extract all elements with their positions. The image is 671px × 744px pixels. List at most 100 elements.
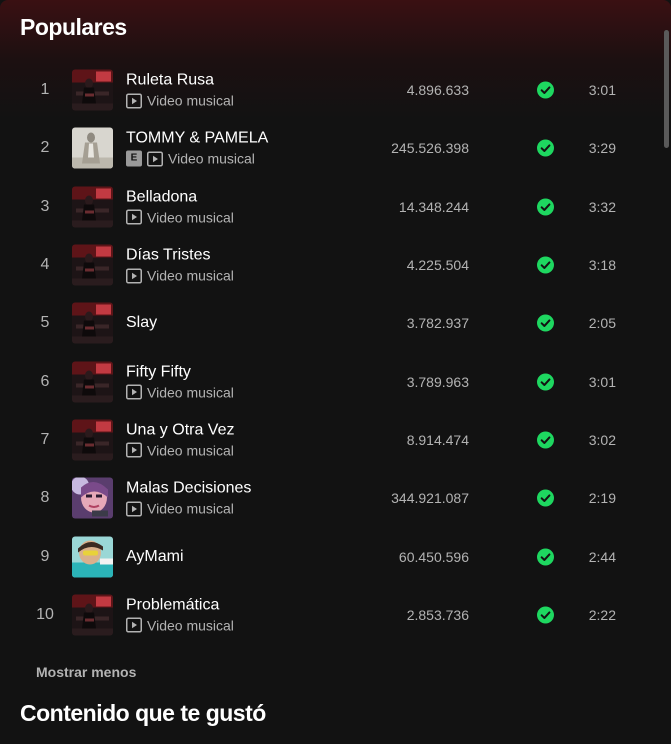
track-row[interactable]: 3 Belladona Video musical 14.348.244 3:32 [0,178,660,236]
album-cover-image [72,361,113,403]
video-label: Video musical [147,209,234,226]
track-row[interactable]: 4 Días Tristes Video musical 4.225.504 3:18 [0,236,660,294]
track-title[interactable]: Días Tristes [126,246,356,266]
album-cover-image [72,244,113,286]
popular-tracks-panel: Populares 1 Ruleta Rusa Video musical 4.896… [0,0,671,744]
show-less-button[interactable]: Mostrar menos [36,664,136,680]
track-duration: 2:19 [588,490,616,507]
video-label: Video musical [147,384,234,401]
track-meta: Video musical [126,383,356,401]
track-row[interactable]: 1 Ruleta Rusa Video musical 4.896.633 3:01 [0,61,660,119]
play-count: 8.914.474 [406,431,469,448]
play-count: 14.348.244 [398,198,469,215]
video-label: Video musical [147,617,234,634]
album-cover-image [72,127,113,169]
check-circle-icon[interactable] [537,256,554,274]
track-list: 1 Ruleta Rusa Video musical 4.896.633 3:01 2 T… [0,61,660,644]
video-icon [126,442,142,458]
track-info: TOMMY & PAMELA E Video musical [126,129,356,168]
track-number: 1 [40,81,50,99]
video-icon [126,93,142,109]
section-title-liked-content: Contenido que te gustó [20,700,266,726]
album-cover-image [72,419,113,461]
track-row[interactable]: 7 Una y Otra Vez Video musical 8.914.474 3:0… [0,411,660,469]
track-info: Ruleta Rusa Video musical [126,71,356,110]
track-title[interactable]: Malas Decisiones [126,479,356,499]
track-number: 2 [40,139,50,157]
video-label: Video musical [168,150,255,167]
track-number: 7 [40,430,50,448]
check-circle-icon[interactable] [537,198,554,216]
track-title[interactable]: Ruleta Rusa [126,71,356,91]
track-info: Fifty Fifty Video musical [126,362,356,401]
video-label: Video musical [147,442,234,459]
track-number: 8 [40,489,50,507]
video-icon [126,209,142,225]
track-number: 9 [40,547,50,565]
check-circle-icon[interactable] [537,431,554,449]
check-circle-icon[interactable] [537,548,554,566]
track-number: 6 [40,372,50,390]
check-circle-icon[interactable] [537,314,554,332]
track-meta: Video musical [126,441,356,459]
check-circle-icon[interactable] [537,139,554,157]
track-row[interactable]: 2 TOMMY & PAMELA E Video musical 245.526.398… [0,119,660,177]
track-title[interactable]: Fifty Fifty [126,362,356,382]
track-meta: E Video musical [126,150,356,168]
scrollbar-thumb[interactable] [664,30,669,148]
album-cover-image [72,302,113,344]
track-title[interactable]: Una y Otra Vez [126,420,356,440]
video-icon [126,501,142,517]
track-meta: Video musical [126,267,356,285]
track-title[interactable]: Belladona [126,187,356,207]
track-number: 5 [40,314,50,332]
play-count: 344.921.087 [391,490,469,507]
album-cover-image [72,594,113,636]
track-title[interactable]: TOMMY & PAMELA [126,129,356,149]
track-number: 4 [40,256,50,274]
track-meta: Video musical [126,500,356,518]
track-row[interactable]: 10 Problemática Video musical 2.853.736 2:22 [0,586,660,644]
video-icon [126,617,142,633]
track-row[interactable]: 6 Fifty Fifty Video musical 3.789.963 3:01 [0,352,660,410]
track-duration: 3:29 [588,140,616,157]
track-title[interactable]: Problemática [126,595,356,615]
track-info: Malas Decisiones Video musical [126,479,356,518]
play-count: 60.450.596 [398,548,469,565]
video-icon [126,268,142,284]
track-title[interactable]: AyMami [126,547,356,567]
video-label: Video musical [147,92,234,109]
album-cover-image [72,69,113,111]
track-duration: 3:01 [588,82,616,99]
play-count: 3.789.963 [406,373,469,390]
video-label: Video musical [147,267,234,284]
check-circle-icon[interactable] [537,373,554,391]
video-label: Video musical [147,500,234,517]
track-duration: 2:22 [588,606,616,623]
track-row[interactable]: 9 AyMami 60.450.596 2:44 [0,527,660,585]
track-meta: Video musical [126,208,356,226]
track-meta: Video musical [126,92,356,110]
check-circle-icon[interactable] [537,81,554,99]
track-row[interactable]: 8 Malas Decisiones Video musical 344.921.08… [0,469,660,527]
album-cover-image [72,477,113,519]
check-circle-icon[interactable] [537,489,554,507]
track-duration: 3:32 [588,198,616,215]
track-info: Días Tristes Video musical [126,246,356,285]
album-cover-image [72,186,113,228]
check-circle-icon[interactable] [537,606,554,624]
section-title-populares: Populares [20,14,127,40]
explicit-badge: E [126,150,142,167]
track-meta: Video musical [126,616,356,634]
track-duration: 3:02 [588,431,616,448]
track-info: Una y Otra Vez Video musical [126,420,356,459]
track-duration: 2:44 [588,548,616,565]
track-duration: 3:01 [588,373,616,390]
video-icon [147,151,163,167]
track-row[interactable]: 5 Slay 3.782.937 2:05 [0,294,660,352]
play-count: 245.526.398 [391,140,469,157]
track-info: Belladona Video musical [126,187,356,226]
track-duration: 2:05 [588,315,616,332]
play-count: 4.225.504 [406,257,469,274]
track-title[interactable]: Slay [126,313,356,333]
